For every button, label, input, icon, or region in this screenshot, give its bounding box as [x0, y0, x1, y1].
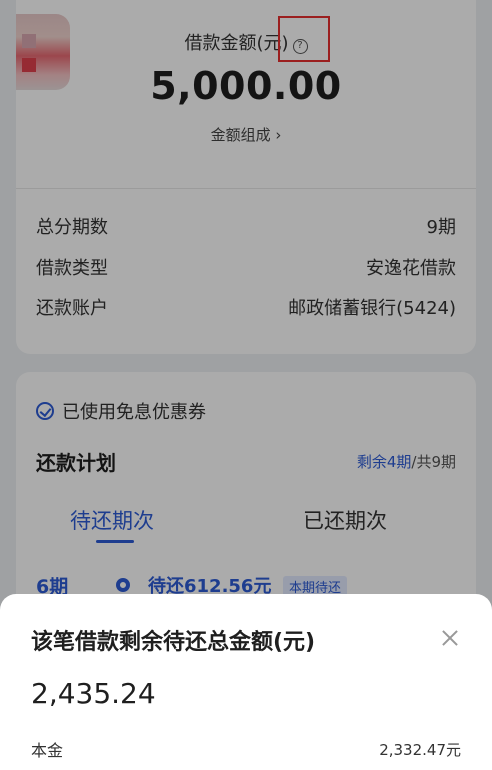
sheet-row-principal: 本金 2,332.47元	[31, 737, 461, 761]
close-icon[interactable]	[440, 628, 460, 648]
remaining-amount-sheet: 该笔借款剩余待还总金额(元) 2,435.24 本金 2,332.47元	[0, 594, 492, 770]
remaining-total-amount: 2,435.24	[31, 677, 156, 710]
sheet-title: 该笔借款剩余待还总金额(元)	[31, 630, 316, 655]
sheet-row-label: 本金	[31, 741, 64, 760]
sheet-row-value: 2,332.47元	[379, 741, 461, 759]
loan-detail-page: 借款金额(元)? 5,000.00 金额组成 › 总分期数 9期 借款类型 安逸…	[0, 0, 492, 770]
